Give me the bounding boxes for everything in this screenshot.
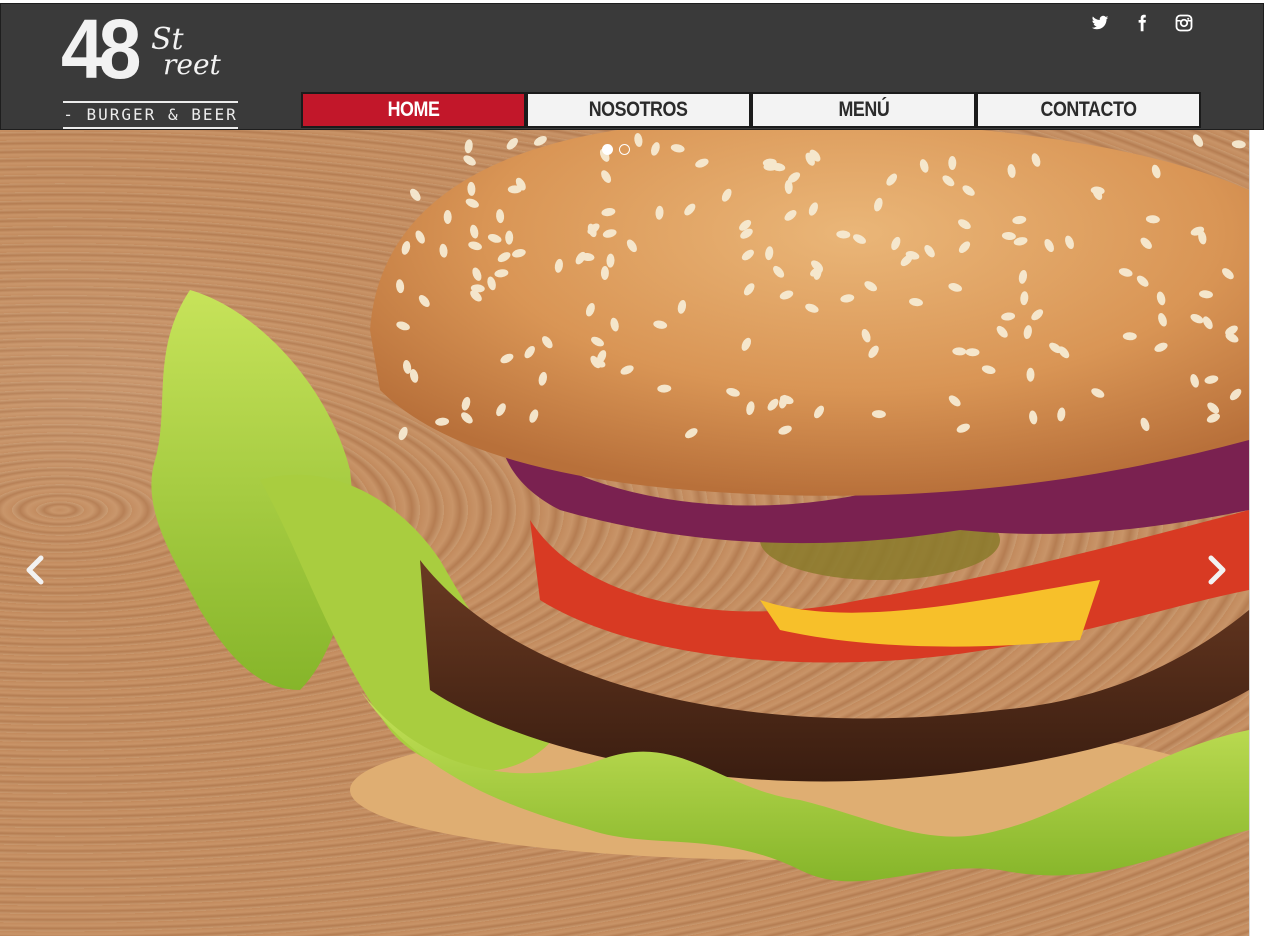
logo-street-bottom: reet	[163, 48, 221, 81]
chevron-left-icon	[26, 555, 44, 585]
carousel-prev-button[interactable]	[24, 555, 64, 595]
logo-divider	[63, 127, 238, 129]
nav-nosotros[interactable]: NOSOTROS	[526, 92, 751, 128]
nav-contacto-label: CONTACTO	[1040, 98, 1137, 121]
social-links	[1091, 14, 1193, 32]
burger-image	[151, 130, 1249, 882]
brand-logo[interactable]: 48 St reet - BURGER & BEER -	[59, 4, 244, 144]
nav-menu[interactable]: MENÚ	[751, 92, 976, 128]
carousel-indicators	[602, 144, 630, 155]
nav-home[interactable]: HOME	[301, 92, 526, 128]
facebook-icon[interactable]	[1133, 14, 1151, 32]
scrollbar-track[interactable]	[1249, 130, 1267, 936]
nav-nosotros-label: NOSOTROS	[589, 98, 688, 121]
nav-home-label: HOME	[387, 98, 440, 121]
carousel-dot-2[interactable]	[619, 144, 630, 155]
chevron-right-icon	[1208, 555, 1226, 585]
logo-number: 48	[61, 2, 141, 96]
nav-contacto[interactable]: CONTACTO	[976, 92, 1201, 128]
instagram-icon[interactable]	[1175, 14, 1193, 32]
site-header: 48 St reet - BURGER & BEER - HOME NOSOTR…	[0, 3, 1264, 144]
carousel-next-button[interactable]	[1206, 555, 1246, 595]
main-nav: HOME NOSOTROS MENÚ CONTACTO	[301, 92, 1201, 128]
carousel-dot-1[interactable]	[602, 144, 613, 155]
twitter-icon[interactable]	[1091, 14, 1109, 32]
nav-menu-label: MENÚ	[838, 98, 889, 121]
logo-divider	[63, 101, 238, 103]
hero-carousel	[0, 130, 1249, 936]
